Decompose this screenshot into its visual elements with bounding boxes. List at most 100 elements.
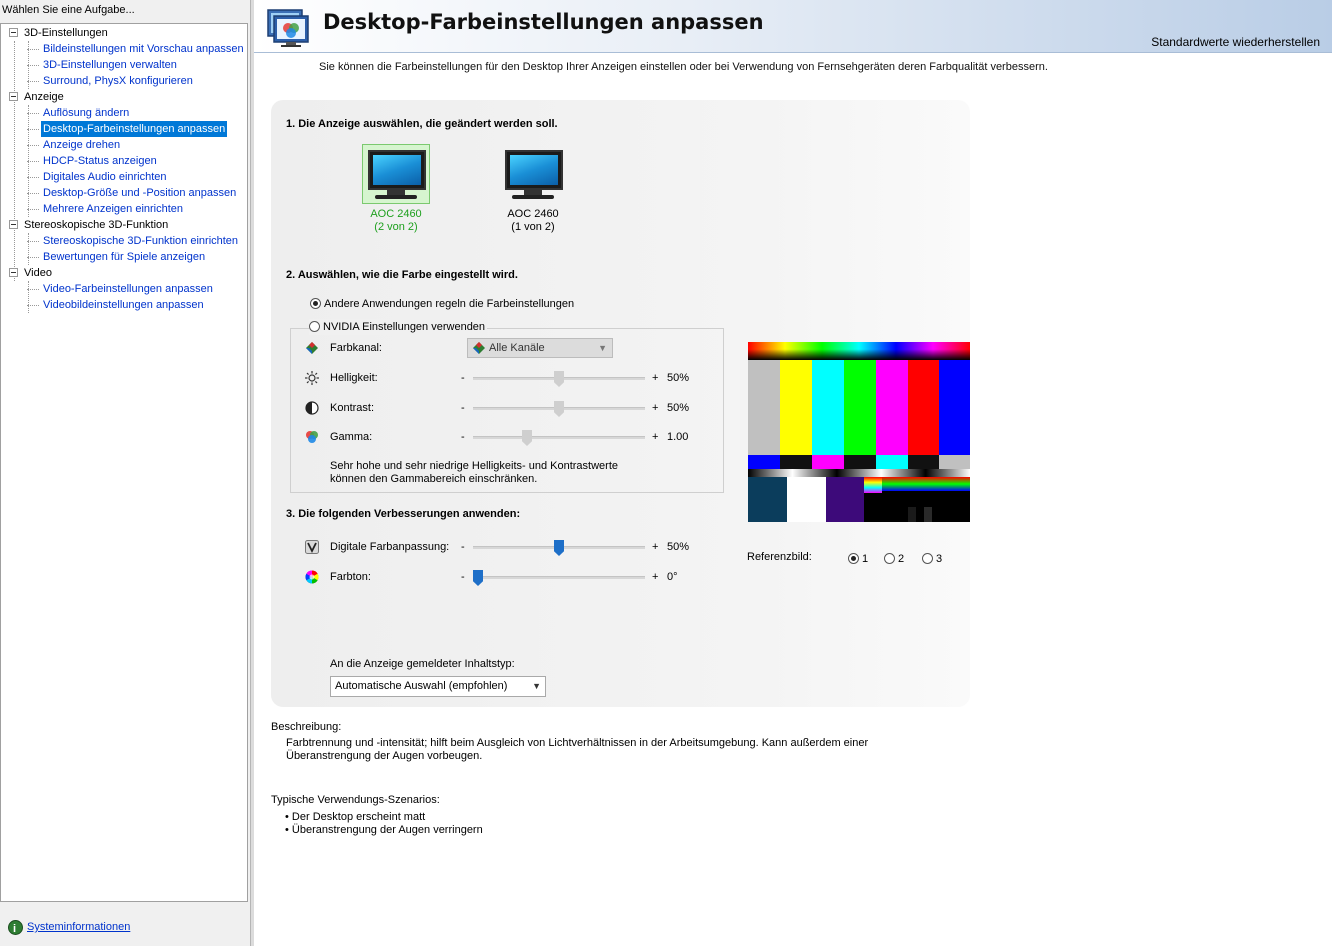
- tree-item-hdcp-status[interactable]: HDCP-Status anzeigen: [27, 153, 159, 169]
- step3-title: 3. Die folgenden Verbesserungen anwenden…: [286, 508, 521, 520]
- sub-bar: [812, 455, 844, 469]
- radio-nvidia-settings[interactable]: NVIDIA Einstellungen verwenden: [309, 319, 488, 335]
- sun-icon: [305, 371, 319, 385]
- radio-button-checked[interactable]: [310, 297, 321, 309]
- tree-item-image-settings-preview[interactable]: Bildeinstellungen mit Vorschau anpassen: [27, 41, 246, 57]
- pluge-block: [924, 507, 932, 522]
- tree-item-surround-physx[interactable]: Surround, PhysX konfigurieren: [27, 73, 195, 89]
- reference-option-3[interactable]: 3: [922, 551, 942, 567]
- hue-slider[interactable]: [473, 570, 645, 586]
- tree-group-label: Stereoskopische 3D-Funktion: [24, 219, 169, 231]
- tree-group-video[interactable]: Video: [9, 265, 52, 281]
- tree-group-stereoscopic-3d[interactable]: Stereoskopische 3D-Funktion: [9, 217, 168, 233]
- content-type-dropdown[interactable]: Automatische Auswahl (empfohlen) ▼: [330, 676, 546, 697]
- tree-item-multiple-displays[interactable]: Mehrere Anzeigen einrichten: [26, 201, 185, 217]
- step2-title: 2. Auswählen, wie die Farbe eingestellt …: [286, 269, 518, 281]
- collapse-icon[interactable]: [9, 267, 18, 277]
- reference-test-image: [748, 342, 970, 522]
- tree-item-desktop-size-position[interactable]: Desktop-Größe und -Position anpassen: [26, 185, 238, 201]
- slider-minus: -: [461, 571, 465, 583]
- radio-label: Andere Anwendungen regeln die Farbeinste…: [324, 298, 575, 310]
- display-name: AOC 2460: [507, 208, 559, 220]
- tree-item-desktop-color-settings[interactable]: Desktop-Farbeinstellungen anpassen: [26, 121, 228, 137]
- slider-plus: +: [652, 372, 659, 384]
- digital-vibrance-label: Digitale Farbanpassung:: [330, 541, 450, 553]
- collapse-icon[interactable]: [9, 91, 18, 101]
- content-type-value: Automatische Auswahl (empfohlen): [335, 680, 508, 692]
- tree-group-display[interactable]: Anzeige: [9, 89, 64, 105]
- contrast-icon: [305, 401, 319, 415]
- display-selector-1[interactable]: AOC 2460 (1 von 2): [499, 144, 567, 234]
- radio-button-unchecked[interactable]: [884, 552, 895, 564]
- gamma-label: Gamma:: [330, 431, 373, 443]
- contrast-slider[interactable]: [473, 401, 645, 417]
- gamma-icon: [306, 431, 318, 443]
- sub-bar: [844, 455, 876, 469]
- radio-button-unchecked[interactable]: [922, 552, 933, 564]
- hue-label: Farbton:: [330, 571, 371, 583]
- pluge-block: [826, 477, 864, 522]
- reference-option-2[interactable]: 2: [884, 551, 904, 567]
- tree-group-3d-settings[interactable]: 3D-Einstellungen: [9, 25, 108, 41]
- color-channel-dropdown[interactable]: Alle Kanäle ▼: [467, 338, 613, 358]
- tree-item-rotate-display[interactable]: Anzeige drehen: [26, 137, 122, 153]
- system-info-link[interactable]: Systeminformationen: [8, 918, 130, 938]
- collapse-icon[interactable]: [9, 219, 18, 229]
- gamma-slider[interactable]: [473, 430, 645, 446]
- tree-group-label: 3D-Einstellungen: [24, 27, 108, 39]
- color-channel-value: Alle Kanäle: [489, 342, 545, 354]
- radio-other-apps[interactable]: Andere Anwendungen regeln die Farbeinste…: [310, 296, 574, 312]
- color-channel-icon: [306, 342, 318, 354]
- tree-item-video-color-settings[interactable]: Video-Farbeinstellungen anpassen: [27, 281, 215, 297]
- color-bar-gray: [748, 360, 780, 455]
- slider-thumb[interactable]: [554, 401, 564, 417]
- slider-thumb[interactable]: [554, 540, 564, 556]
- reference-image-label: Referenzbild:: [747, 551, 812, 563]
- usage-item: Überanstrengung der Augen verringern: [285, 824, 483, 836]
- slider-plus: +: [652, 541, 659, 553]
- brightness-slider[interactable]: [473, 371, 645, 387]
- gray-ramp-strip: [748, 469, 970, 477]
- tree-item-manage-3d-settings[interactable]: 3D-Einstellungen verwalten: [27, 57, 179, 73]
- tree-item-setup-stereoscopic[interactable]: Stereoskopische 3D-Funktion einrichten: [26, 233, 240, 249]
- hue-value: 0°: [667, 571, 678, 583]
- tree-item-video-image-settings[interactable]: Videobildeinstellungen anpassen: [27, 297, 206, 313]
- tree-item-change-resolution[interactable]: Auflösung ändern: [26, 105, 131, 121]
- gamma-row: Gamma: - + 1.00: [305, 427, 735, 447]
- description-text: Farbtrennung und -intensität; hilft beim…: [286, 737, 869, 762]
- step1-title: 1. Die Anzeige auswählen, die geändert w…: [286, 118, 558, 130]
- slider-minus: -: [461, 402, 465, 414]
- color-spectrum-strip: [748, 342, 970, 360]
- collapse-icon[interactable]: [9, 27, 18, 37]
- reference-option-1[interactable]: 1: [848, 551, 868, 567]
- pluge-block: [864, 477, 882, 493]
- tree-item-game-ratings[interactable]: Bewertungen für Spiele anzeigen: [26, 249, 207, 265]
- task-tree[interactable]: 3D-Einstellungen Bildeinstellungen mit V…: [0, 23, 248, 902]
- digital-vibrance-row: Digitale Farbanpassung: - + 50%: [305, 537, 735, 557]
- page-title: Desktop-Farbeinstellungen anpassen: [323, 10, 764, 34]
- system-info-label[interactable]: Systeminformationen: [27, 921, 130, 933]
- color-bar-red: [908, 360, 939, 455]
- slider-minus: -: [461, 541, 465, 553]
- slider-thumb[interactable]: [473, 570, 483, 586]
- color-bar-magenta: [876, 360, 908, 455]
- slider-minus: -: [461, 372, 465, 384]
- brightness-label: Helligkeit:: [330, 372, 378, 384]
- digital-vibrance-slider[interactable]: [473, 540, 645, 556]
- radio-button-checked[interactable]: [848, 552, 859, 564]
- slider-minus: -: [461, 431, 465, 443]
- radio-button-unchecked[interactable]: [309, 320, 320, 332]
- system-info-icon[interactable]: [8, 919, 23, 938]
- tree-item-digital-audio[interactable]: Digitales Audio einrichten: [27, 169, 169, 185]
- monitor-icon: [499, 144, 567, 204]
- chevron-down-icon: ▼: [598, 343, 607, 353]
- pluge-block: [787, 477, 826, 522]
- tree-group-label: Anzeige: [24, 91, 64, 103]
- slider-thumb[interactable]: [554, 371, 564, 387]
- display-selector-2[interactable]: AOC 2460 (2 von 2): [362, 144, 430, 234]
- restore-defaults-link[interactable]: Standardwerte wiederherstellen: [1151, 35, 1320, 49]
- display-index: (2 von 2): [374, 221, 418, 233]
- slider-thumb[interactable]: [522, 430, 532, 446]
- digital-vibrance-icon: [305, 540, 319, 554]
- pluge-block: [748, 477, 787, 522]
